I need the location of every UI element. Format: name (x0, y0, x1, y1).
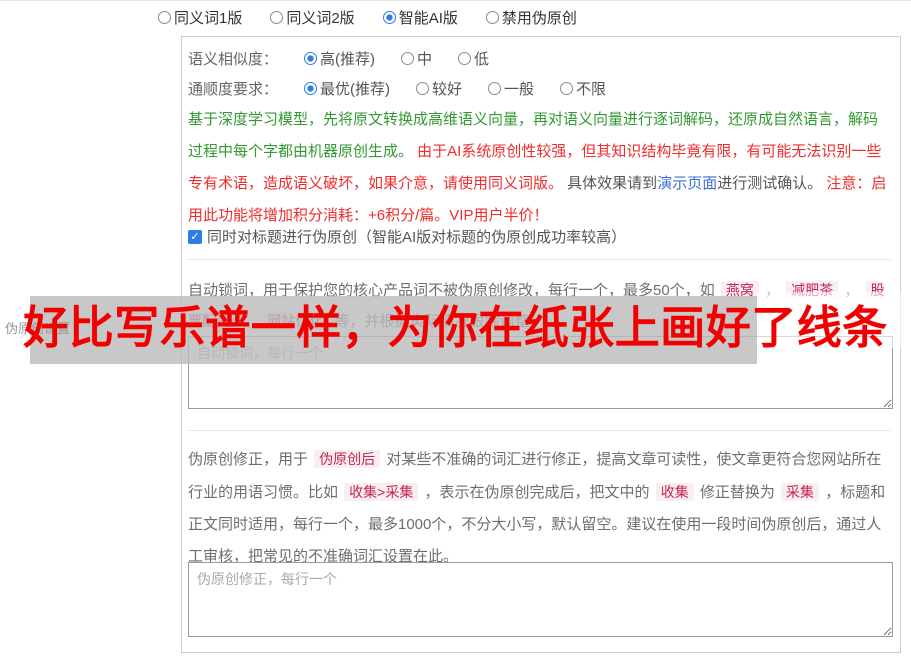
section-divider (188, 430, 891, 431)
radio-option[interactable]: 低 (458, 48, 489, 69)
radio-option[interactable]: 同义词2版 (270, 7, 355, 28)
radio-option-label: 一般 (504, 81, 535, 98)
radio-option[interactable]: 同义词1版 (158, 7, 242, 28)
radio-option-label: 不限 (576, 81, 607, 98)
radio-option[interactable]: 一般 (488, 78, 534, 99)
ai-mode-description: 基于深度学习模型，先将原文转换成高维语义向量，再对语义向量进行逐词解码，还原成自… (188, 104, 891, 232)
radio-selected-icon[interactable] (304, 52, 318, 65)
radio-selected-icon[interactable] (382, 11, 396, 24)
radio-icon[interactable] (416, 82, 430, 95)
radio-option[interactable]: 较好 (416, 78, 462, 99)
top-divider (0, 0, 911, 1)
marketing-caption-text: 好比写乐谱一样，为你在纸张上画好了线条 (23, 302, 888, 353)
radio-option[interactable]: 智能AI版 (382, 7, 458, 28)
radio-option-label: 最优(推荐) (320, 81, 391, 98)
radio-option[interactable]: 高(推荐) (304, 48, 375, 69)
pseudo-original-settings-page: 同义词1版 同义词2版 智能AI版 禁用伪原创 语义相似度： 高(推荐) 中 低 通顺度要… (0, 0, 911, 658)
radio-selected-icon[interactable] (304, 82, 318, 95)
text-segment: 修正替换为 (695, 484, 780, 501)
fluency-label: 通顺度要求： (188, 81, 279, 98)
title-spin-checkbox-label: 同时对标题进行伪原创（智能AI版对标题的伪原创成功率较高） (207, 229, 627, 246)
text-segment: 伪原创修正，用于 (188, 451, 313, 468)
demo-page-link[interactable]: 演示页面 (657, 175, 717, 192)
radio-option-label: 同义词2版 (286, 10, 355, 27)
radio-option[interactable]: 禁用伪原创 (485, 7, 577, 28)
radio-icon[interactable] (158, 11, 171, 24)
radio-icon[interactable] (485, 11, 499, 24)
radio-option[interactable]: 中 (401, 48, 432, 69)
keyword-tag: 收集 (655, 483, 694, 501)
semantic-similarity-label: 语义相似度： (188, 51, 279, 68)
radio-option-label: 中 (417, 51, 433, 68)
radio-icon[interactable] (560, 82, 574, 95)
radio-icon[interactable] (401, 52, 415, 65)
section-divider (188, 259, 891, 260)
radio-icon[interactable] (458, 52, 472, 65)
keyword-tag: 收集>采集 (344, 483, 419, 501)
keyword-tag: 采集 (781, 483, 820, 501)
correction-textarea[interactable] (188, 562, 893, 637)
radio-icon[interactable] (270, 11, 284, 24)
text-segment: 具体效果请到 (567, 175, 658, 192)
spin-mode-radio-group: 同义词1版 同义词2版 智能AI版 禁用伪原创 (158, 7, 577, 28)
radio-option-label: 低 (474, 51, 490, 68)
correction-description: 伪原创修正，用于 伪原创后 对某些不准确的词汇进行修正，提高文章可读性，使文章更… (188, 443, 891, 573)
radio-icon[interactable] (488, 82, 502, 95)
fluency-row: 通顺度要求： 最优(推荐) 较好 一般 不限 (188, 78, 891, 99)
radio-option-label: 高(推荐) (320, 51, 376, 68)
radio-option-label: 较好 (432, 81, 463, 98)
text-segment: 进行测试确认。 (717, 175, 827, 192)
fluency-radio-group: 最优(推荐) 较好 一般 不限 (304, 78, 606, 99)
semantic-similarity-radio-group: 高(推荐) 中 低 (304, 48, 489, 69)
title-spin-checkbox-row: 同时对标题进行伪原创（智能AI版对标题的伪原创成功率较高） (188, 226, 891, 247)
radio-option-label: 禁用伪原创 (501, 10, 577, 27)
checkbox-checked-icon[interactable] (188, 229, 202, 244)
radio-option-label: 智能AI版 (398, 10, 458, 27)
radio-option[interactable]: 不限 (560, 78, 606, 99)
radio-option-label: 同义词1版 (174, 10, 243, 27)
text-segment: ，表示在伪原创完成后，把文中的 (420, 484, 654, 501)
keyword-tag: 伪原创后 (314, 450, 381, 468)
semantic-similarity-row: 语义相似度： 高(推荐) 中 低 (188, 48, 891, 69)
radio-option[interactable]: 最优(推荐) (304, 78, 390, 99)
